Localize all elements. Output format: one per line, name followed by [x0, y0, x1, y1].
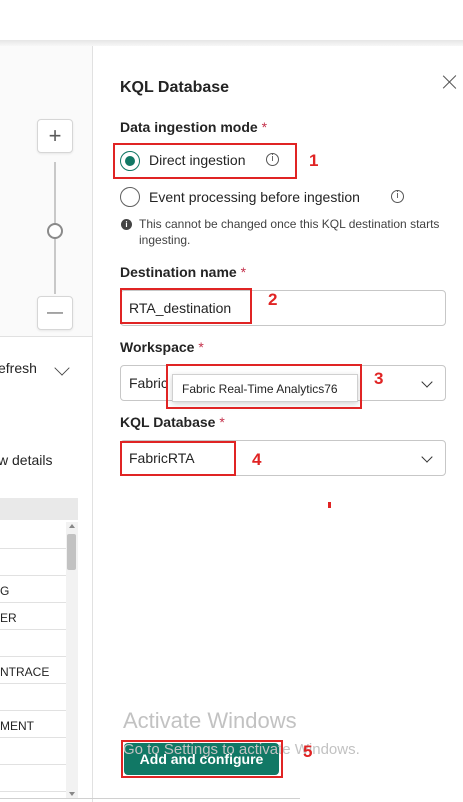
annotation-number-4: 4: [252, 450, 262, 469]
annotation-number-3: 3: [374, 369, 384, 388]
scrollbar-thumb[interactable]: [67, 534, 76, 570]
table-row[interactable]: [0, 549, 66, 576]
table-row[interactable]: [0, 684, 66, 711]
table-row[interactable]: G: [0, 576, 66, 603]
scroll-up-arrow-icon[interactable]: [69, 524, 75, 528]
annotation-box-1: [113, 143, 297, 179]
workspace-label-text: Workspace: [120, 339, 195, 355]
table-row[interactable]: NTRACE: [0, 657, 66, 684]
left-canvas-pane: + — efresh w details G ER NTRACE MENT: [0, 46, 93, 802]
scroll-down-arrow-icon[interactable]: [69, 792, 75, 796]
kql-database-label-text: KQL Database: [120, 414, 216, 430]
workspace-label: Workspace *: [120, 339, 204, 355]
ingestion-note: This cannot be changed once this KQL des…: [139, 217, 440, 247]
zoom-out-button[interactable]: —: [37, 296, 73, 330]
view-details-link[interactable]: w details: [0, 452, 52, 468]
destination-name-label: Destination name *: [120, 264, 246, 280]
destination-name-label-text: Destination name: [120, 264, 237, 280]
annotation-number-5: 5: [303, 742, 313, 761]
chevron-down-icon[interactable]: [421, 376, 433, 388]
required-mark: *: [261, 119, 268, 135]
bottom-divider: [0, 798, 300, 799]
info-icon[interactable]: i: [391, 190, 404, 203]
canvas-area: [0, 46, 92, 336]
annotation-number-2: 2: [268, 290, 278, 309]
table-header: [0, 498, 78, 520]
divider: [0, 336, 92, 337]
table-row[interactable]: ER: [0, 603, 66, 630]
annotation-box-5: [121, 740, 283, 778]
chevron-down-icon[interactable]: [421, 451, 433, 463]
refresh-dropdown-label[interactable]: efresh: [0, 360, 37, 376]
required-mark: *: [219, 414, 225, 430]
ingestion-mode-label-text: Data ingestion mode: [120, 119, 258, 135]
annotation-box-3: [166, 364, 362, 409]
panel-title: KQL Database: [120, 79, 230, 96]
required-mark: *: [240, 264, 247, 280]
annotation-box-4: [120, 441, 236, 476]
info-filled-icon: i: [121, 219, 132, 230]
kql-database-label: KQL Database *: [120, 414, 225, 430]
chevron-down-icon[interactable]: [54, 360, 70, 376]
activation-watermark-title: Activate Windows: [123, 708, 297, 733]
event-processing-radio[interactable]: [120, 187, 140, 207]
ingestion-mode-label: Data ingestion mode *: [120, 119, 267, 135]
minus-icon: —: [47, 304, 63, 321]
table-row[interactable]: MENT: [0, 711, 66, 738]
close-icon[interactable]: [440, 72, 460, 92]
annotation-mark: [328, 502, 331, 508]
top-bar: [0, 0, 463, 40]
required-mark: *: [198, 339, 204, 355]
annotation-number-1: 1: [309, 151, 319, 170]
workspace-value: Fabric: [129, 375, 168, 391]
zoom-in-button[interactable]: +: [37, 119, 73, 153]
table-row[interactable]: [0, 738, 66, 765]
plus-icon: +: [48, 123, 62, 148]
annotation-box-2: [120, 288, 252, 324]
table-row[interactable]: [0, 765, 66, 792]
zoom-slider-handle[interactable]: [47, 223, 63, 239]
table-row[interactable]: [0, 522, 66, 549]
event-processing-label[interactable]: Event processing before ingestion: [149, 189, 360, 205]
table-row[interactable]: [0, 630, 66, 657]
